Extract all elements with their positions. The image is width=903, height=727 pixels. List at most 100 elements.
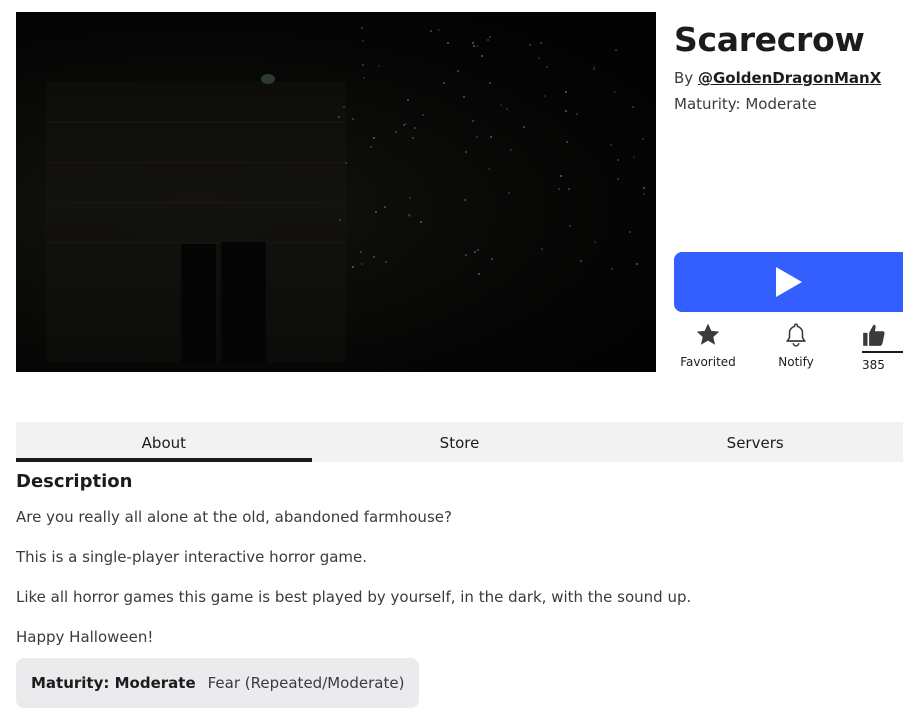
thumbnail-star — [473, 251, 476, 254]
thumbnail-star — [447, 42, 450, 45]
thumbnail-door — [221, 242, 266, 364]
thumbnail-star — [488, 81, 491, 84]
thumbnail-star — [351, 266, 354, 269]
maturity-label: Maturity: Moderate — [674, 95, 817, 113]
thumbnail-star — [456, 69, 459, 72]
thumbnail-star — [565, 109, 568, 112]
thumbnail-star — [478, 273, 481, 276]
thumbnail-star — [373, 255, 376, 258]
thumbnail-star — [499, 103, 502, 106]
thumbnail-star — [421, 113, 424, 116]
notify-button[interactable]: Notify — [770, 322, 822, 369]
thumbnail-star — [361, 39, 364, 42]
game-title: Scarecrow — [674, 20, 865, 59]
creator-link[interactable]: @GoldenDragonManX — [698, 69, 881, 87]
thumbnail-star — [508, 191, 511, 194]
tab-store[interactable]: Store — [312, 422, 608, 462]
thumbnail-star — [472, 120, 475, 123]
thumbnail-star — [378, 64, 381, 67]
thumbnail-star — [338, 218, 341, 221]
thumbnail-star — [352, 117, 355, 120]
thumbnail-star — [633, 155, 636, 158]
game-thumbnail[interactable] — [16, 12, 656, 372]
thumbnail-star — [360, 262, 363, 265]
thumbnail-star — [538, 57, 541, 60]
description-line: Are you really all alone at the old, aba… — [16, 508, 452, 526]
play-button[interactable] — [674, 252, 903, 312]
description-line: Like all horror games this game is best … — [16, 588, 692, 606]
thumbnail-star — [615, 49, 618, 52]
thumbnail-star — [610, 268, 613, 271]
thumbnail-star — [616, 159, 619, 162]
thumbnail-star — [642, 187, 645, 190]
tab-bar: About Store Servers — [16, 422, 903, 462]
thumbnail-star — [490, 257, 493, 260]
thumbs-up-icon — [863, 324, 885, 346]
tab-about[interactable]: About — [16, 422, 312, 462]
maturity-chip-label: Maturity: Moderate — [31, 674, 196, 692]
thumbnail-star — [593, 68, 596, 71]
thumbnail-star — [360, 250, 363, 253]
thumbnail-star — [481, 54, 484, 57]
thumbnail-star — [593, 241, 596, 244]
thumbnail-star — [373, 137, 376, 140]
thumbnail-lamp — [261, 74, 275, 84]
thumbnail-star — [463, 95, 466, 98]
thumbnail-star — [565, 140, 568, 143]
thumbnail-star — [361, 27, 364, 30]
thumbnail-star — [632, 106, 635, 109]
thumbnail-star — [564, 91, 567, 94]
thumbnail-star — [643, 193, 646, 196]
thumbnail-star — [394, 131, 397, 133]
like-ratio-bar — [862, 351, 903, 353]
thumbnail-star — [629, 230, 632, 233]
thumbnail-star — [539, 41, 542, 44]
tab-servers[interactable]: Servers — [607, 422, 903, 462]
thumbnail-star — [568, 225, 571, 228]
thumbnail-star — [558, 188, 561, 191]
thumbnail-star — [575, 113, 578, 116]
thumbnail-star — [442, 82, 445, 85]
thumbnail-star — [405, 123, 408, 126]
thumbnail-star — [641, 137, 644, 140]
thumbnail-star — [419, 221, 422, 224]
description-line: This is a single-player interactive horr… — [16, 548, 368, 566]
creator-line: By @GoldenDragonManX — [674, 69, 881, 87]
thumbnail-star — [636, 262, 639, 265]
thumbnail-star — [438, 29, 441, 32]
thumbnail-star — [610, 144, 613, 147]
thumbnail-star — [369, 146, 372, 149]
thumbnail-star — [509, 148, 512, 151]
thumbnail-star — [475, 136, 478, 139]
thumbnail-star — [408, 196, 411, 199]
thumbnail-star — [465, 254, 468, 257]
thumbnail-star — [488, 167, 491, 170]
thumbnail-star — [580, 259, 583, 262]
thumbnail-star — [613, 90, 616, 93]
like-button[interactable]: 385 — [858, 322, 903, 372]
thumbnail-star — [529, 44, 532, 47]
thumbnail-star — [477, 248, 480, 251]
thumbnail-star — [375, 211, 378, 214]
thumbnail-star — [475, 45, 478, 48]
thumbnail-door — [181, 244, 216, 364]
thumbnail-star — [487, 38, 490, 41]
thumbnail-star — [472, 45, 475, 48]
thumbnail-star — [413, 126, 416, 129]
maturity-chip-detail: Fear (Repeated/Moderate) — [207, 674, 405, 692]
thumbnail-star — [489, 136, 492, 139]
thumbnail-star — [472, 41, 475, 44]
thumbnail-star — [522, 126, 525, 129]
thumbnail-star — [464, 151, 467, 154]
favorite-label: Favorited — [680, 355, 736, 369]
thumbnail-star — [383, 205, 386, 208]
thumbnail-star — [489, 35, 492, 38]
thumbnail-star — [411, 137, 414, 140]
thumbnail-star — [430, 29, 433, 32]
like-count: 385 — [862, 358, 885, 372]
thumbnail-star — [338, 115, 341, 118]
thumbnail-star — [545, 65, 548, 68]
favorite-button[interactable]: Favorited — [678, 322, 738, 369]
thumbnail-star — [407, 98, 410, 101]
by-prefix: By — [674, 69, 694, 87]
